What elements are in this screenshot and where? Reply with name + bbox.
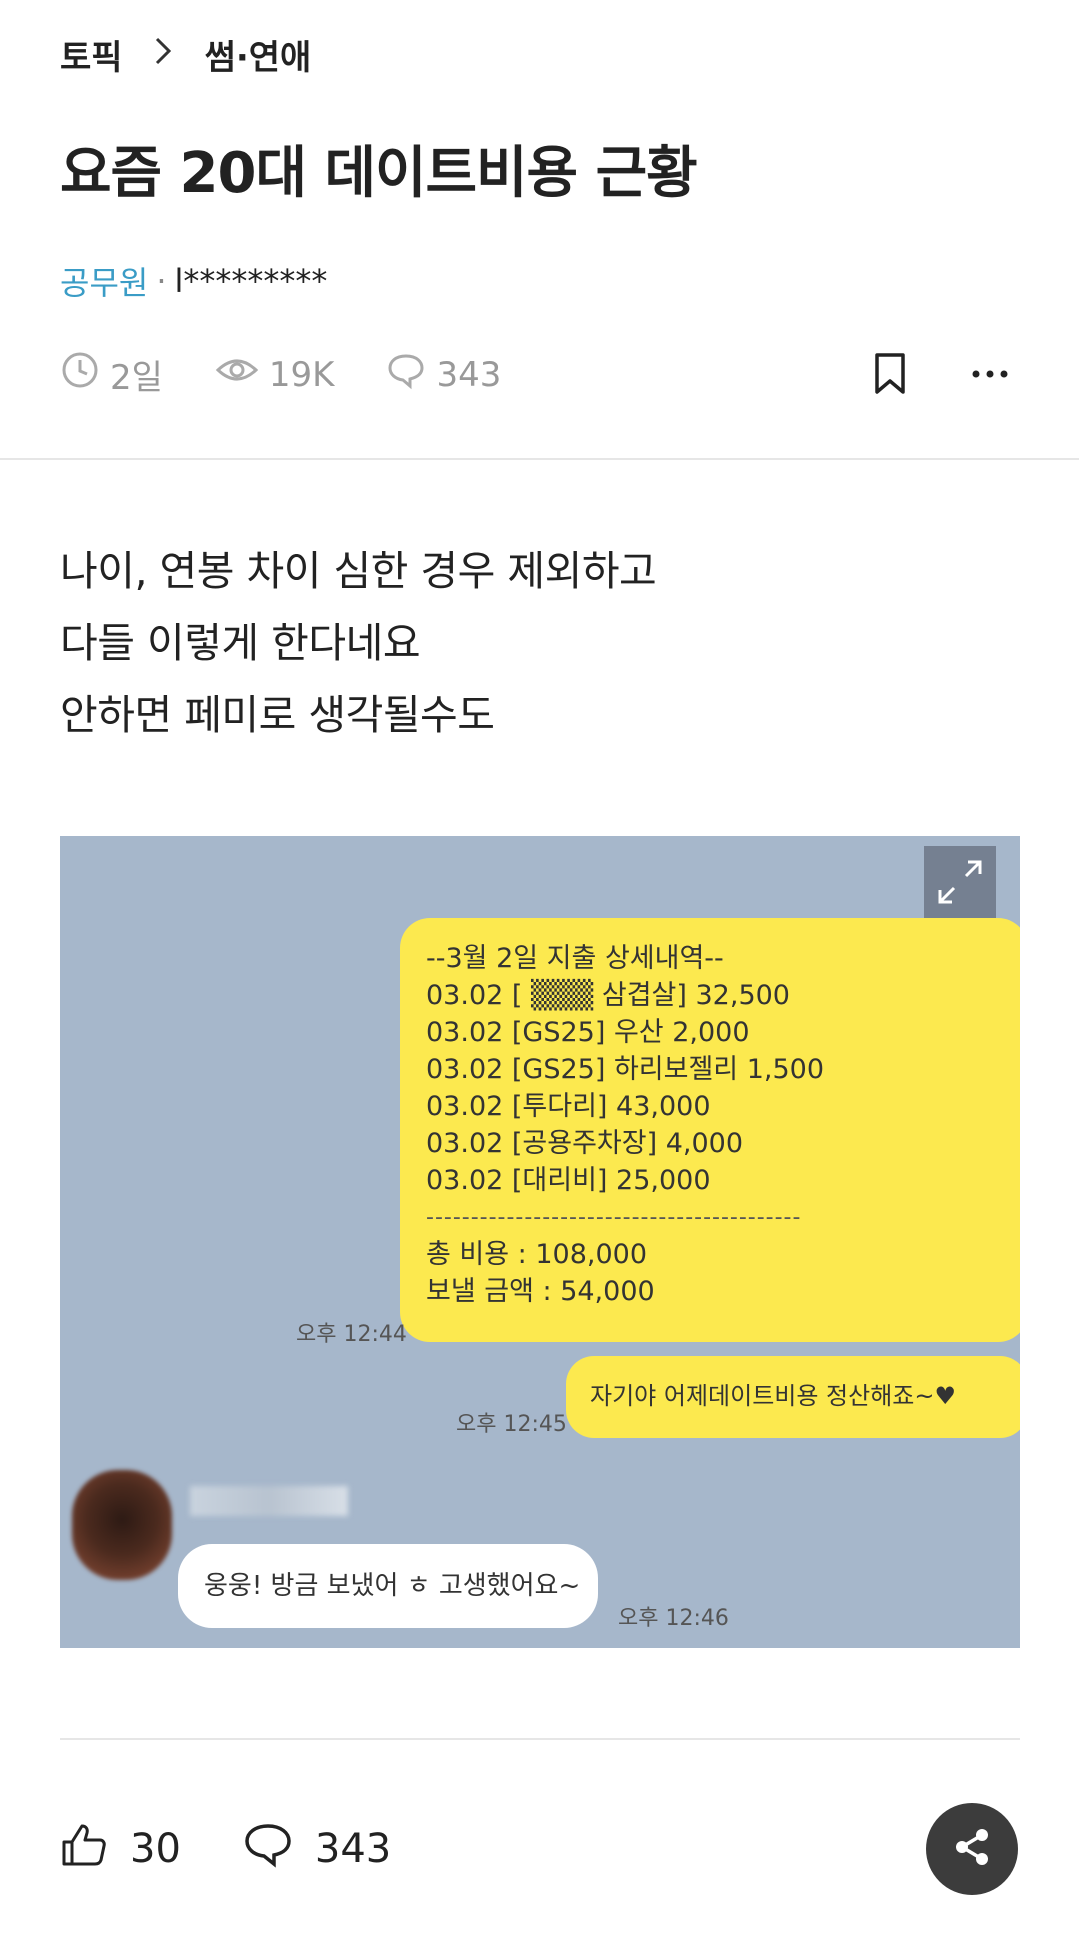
post-actions: 30 343	[60, 1820, 453, 1878]
eye-icon	[215, 350, 259, 399]
chat-time: 오후 12:44	[296, 1322, 407, 1347]
chat-time: 오후 12:46	[618, 1606, 729, 1631]
receipt-line: 03.02 [ ▒▒▒ 삼겹살] 32,500	[426, 980, 790, 1011]
post-comments[interactable]: 343	[386, 350, 501, 399]
receipt-total: 총 비용 : 108,000	[426, 1239, 648, 1270]
receipt-line: --3월 2일 지출 상세내역--	[426, 943, 724, 974]
clock-icon	[60, 350, 100, 399]
chat-bubble-request: 자기야 어제데이트비용 정산해죠~♥	[566, 1356, 1020, 1438]
chat-reply-text: 웅웅! 방금 보냈어 ㅎ 고생했어요~	[204, 1571, 581, 1601]
post-body-line: 나이, 연봉 차이 심한 경우 제외하고	[60, 547, 657, 595]
footer-divider	[60, 1738, 1020, 1740]
post-comments-value: 343	[436, 354, 502, 395]
receipt-line: 03.02 [GS25] 하리보젤리 1,500	[426, 1054, 825, 1085]
receipt-line: 03.02 [투다리] 43,000	[426, 1091, 711, 1122]
breadcrumb-category[interactable]: 썸·연애	[205, 30, 312, 79]
thumbs-up-icon	[60, 1820, 108, 1878]
post-meta: 2일 19K 343	[60, 350, 553, 399]
receipt-line: 03.02 [GS25] 우산 2,000	[426, 1017, 750, 1048]
author-nickname: l*********	[174, 262, 328, 300]
like-button[interactable]: 30	[60, 1820, 181, 1878]
post-body-line: 안하면 페미로 생각될수도	[60, 691, 495, 739]
comment-icon	[243, 1820, 293, 1878]
post-body-line: 다들 이렇게 한다네요	[60, 619, 421, 667]
post-views-value: 19K	[268, 354, 335, 395]
comment-button[interactable]: 343	[243, 1820, 391, 1878]
chevron-right-icon	[153, 35, 175, 75]
author-separator: ·	[156, 262, 167, 300]
chat-request-text: 자기야 어제데이트비용 정산해죠~♥	[590, 1382, 957, 1410]
breadcrumb-topic[interactable]: 토픽	[60, 30, 123, 79]
more-icon[interactable]	[970, 352, 1010, 400]
receipt-line: 03.02 [대리비] 25,000	[426, 1165, 711, 1196]
post-time: 2일	[60, 350, 163, 399]
share-icon	[950, 1825, 994, 1873]
bookmark-icon[interactable]	[872, 352, 908, 400]
header-divider	[0, 458, 1079, 460]
chat-bubble-reply: 웅웅! 방금 보냈어 ㅎ 고생했어요~	[178, 1544, 598, 1628]
author-company[interactable]: 공무원	[60, 258, 148, 304]
blurred-name	[190, 1486, 348, 1516]
comment-count: 343	[314, 1826, 392, 1872]
breadcrumb: 토픽 썸·연애	[60, 30, 311, 79]
avatar	[72, 1470, 172, 1580]
post-image[interactable]: --3월 2일 지출 상세내역-- 03.02 [ ▒▒▒ 삼겹살] 32,50…	[60, 836, 1020, 1648]
like-count: 30	[130, 1826, 181, 1872]
post-title: 요즘 20대 데이트비용 근황	[60, 141, 698, 206]
comment-icon	[386, 350, 426, 399]
chat-bubble-receipt: --3월 2일 지출 상세내역-- 03.02 [ ▒▒▒ 삼겹살] 32,50…	[400, 918, 1020, 1342]
expand-icon[interactable]	[924, 846, 996, 918]
post-time-value: 2일	[110, 358, 163, 398]
post-views: 19K	[215, 350, 335, 399]
receipt-dash: ----------------------------------------…	[426, 1205, 802, 1230]
receipt-line: 03.02 [공용주차장] 4,000	[426, 1128, 744, 1159]
post-author: 공무원 · l*********	[60, 258, 327, 304]
receipt-send: 보낼 금액 : 54,000	[426, 1276, 655, 1307]
share-button[interactable]	[926, 1803, 1018, 1895]
post-body: 나이, 연봉 차이 심한 경우 제외하고 다들 이렇게 한다네요 안하면 페미로…	[60, 535, 657, 751]
chat-time: 오후 12:45	[456, 1412, 567, 1437]
